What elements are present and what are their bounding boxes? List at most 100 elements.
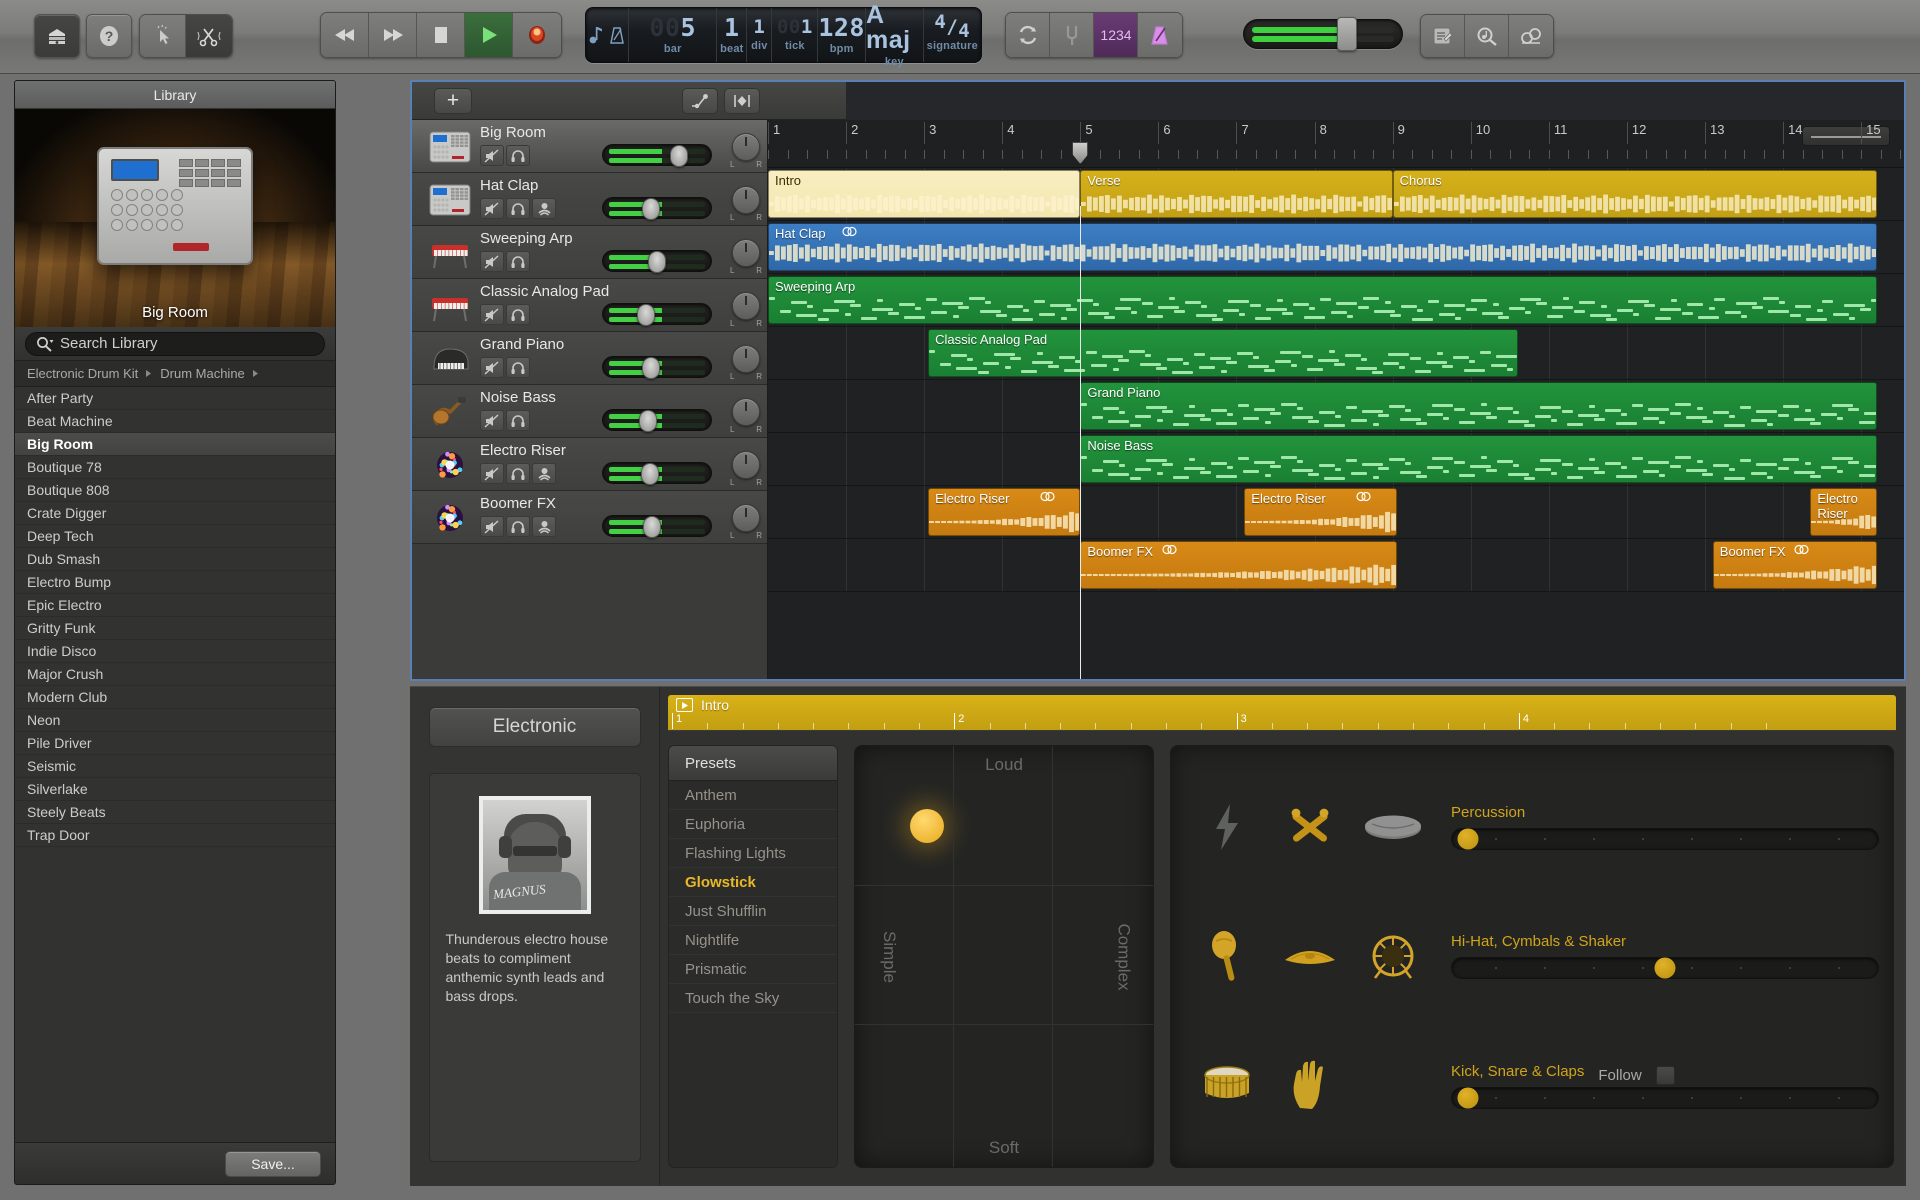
fast-forward-button[interactable] [369, 13, 417, 57]
region[interactable]: Classic Analog Pad [928, 329, 1518, 377]
track-mute-button[interactable] [480, 251, 504, 272]
track-header[interactable]: Sweeping Arp LR [412, 226, 767, 279]
track-header[interactable]: Hat Clap L R [412, 173, 767, 226]
library-item[interactable]: Beat Machine [15, 410, 335, 433]
rewind-button[interactable] [321, 13, 369, 57]
media-browser-button[interactable] [1509, 15, 1553, 57]
library-item[interactable]: Trap Door [15, 824, 335, 847]
count-in-button[interactable]: 1234 [1094, 13, 1138, 57]
track-record-enable-button[interactable] [532, 516, 556, 537]
library-item[interactable]: Boutique 808 [15, 479, 335, 502]
track-solo-button[interactable] [506, 410, 530, 431]
track-volume-knob[interactable] [670, 145, 688, 167]
track-lane[interactable]: Noise Bass [768, 433, 1904, 486]
kit-piece-tom[interactable] [1352, 762, 1435, 892]
apple-loops-button[interactable] [1465, 15, 1509, 57]
library-item[interactable]: Epic Electro [15, 594, 335, 617]
library-item[interactable]: Crate Digger [15, 502, 335, 525]
preset-item[interactable]: Touch the Sky [669, 984, 837, 1013]
track-volume-slider[interactable] [602, 515, 712, 538]
region[interactable]: Boomer FX [1712, 541, 1877, 589]
track-volume-knob[interactable] [642, 357, 660, 379]
library-item[interactable]: Silverlake [15, 778, 335, 801]
track-volume-knob[interactable] [643, 516, 661, 538]
help-button[interactable]: ? [86, 14, 132, 58]
track-lane[interactable]: Intro Verse Chorus [768, 168, 1904, 221]
lcd-mode-icons[interactable] [586, 8, 629, 62]
library-item[interactable]: Gritty Funk [15, 617, 335, 640]
track-pan-knob[interactable]: LR [730, 292, 762, 328]
kit-slider-knob[interactable] [1457, 828, 1479, 850]
region[interactable]: Grand Piano [1080, 382, 1877, 430]
search-input[interactable]: Search Library [25, 331, 325, 356]
track-pan-knob[interactable]: LR [730, 451, 762, 487]
timeline-ruler[interactable]: 1 2 3 4 5 6 7 8 9 10 11 12 13 14 15 [768, 120, 1904, 168]
library-item[interactable]: Dub Smash [15, 548, 335, 571]
library-list[interactable]: After Party Beat Machine Big Room Boutique … [15, 387, 335, 1142]
track-solo-button[interactable] [506, 304, 530, 325]
track-volume-knob[interactable] [639, 410, 657, 432]
track-mute-button[interactable] [480, 516, 504, 537]
region[interactable]: Sweeping Arp [768, 276, 1877, 324]
track-header[interactable]: Classic Analog Pad LR [412, 279, 767, 332]
track-header[interactable]: Electro Riser L R [412, 438, 767, 491]
breadcrumb-item-1[interactable]: Drum Machine [160, 366, 245, 381]
kit-slider-track[interactable] [1451, 1087, 1879, 1110]
preset-item[interactable]: Flashing Lights [669, 839, 837, 868]
automation-button[interactable] [682, 88, 718, 114]
kit-piece-maracas[interactable] [1185, 892, 1268, 1022]
xy-puck[interactable] [909, 808, 944, 843]
library-toggle-button[interactable] [34, 14, 80, 58]
track-lane[interactable]: Classic Analog Pad [768, 327, 1904, 380]
kit-slider-row[interactable] [1451, 827, 1879, 850]
track-pan-knob[interactable]: LR [730, 398, 762, 434]
track-pan-knob[interactable]: LR [730, 345, 762, 381]
lcd-signature[interactable]: 4/4 signature [924, 8, 981, 62]
track-mute-button[interactable] [480, 463, 504, 484]
kit-piece-sticks[interactable] [1268, 762, 1351, 892]
preset-item[interactable]: Glowstick [669, 868, 837, 897]
kit-slider-row[interactable] [1451, 957, 1879, 980]
lcd-tick[interactable]: 001 tick [772, 8, 819, 62]
record-button[interactable] [513, 13, 561, 57]
library-item[interactable]: Deep Tech [15, 525, 335, 548]
library-item[interactable]: Steely Beats [15, 801, 335, 824]
track-header[interactable]: Noise Bass LR [412, 385, 767, 438]
library-item[interactable]: Boutique 78 [15, 456, 335, 479]
kit-piece-lightning[interactable] [1185, 762, 1268, 892]
kit-piece-snare-drum[interactable] [1185, 1021, 1268, 1151]
play-button[interactable] [465, 13, 513, 57]
lcd-beat[interactable]: 1 beat [717, 8, 748, 62]
kit-slider-knob[interactable] [1457, 1087, 1479, 1109]
track-volume-slider[interactable] [602, 303, 712, 326]
track-pan-knob[interactable]: LR [730, 186, 762, 222]
track-solo-button[interactable] [506, 357, 530, 378]
cycle-button[interactable] [1006, 13, 1050, 57]
editor-region-ruler[interactable]: Intro 1 2 3 4 [668, 695, 1896, 731]
track-volume-slider[interactable] [602, 356, 712, 379]
track-volume-slider[interactable] [602, 250, 712, 273]
genre-button[interactable]: Electronic [428, 707, 641, 747]
library-item[interactable]: Pile Driver [15, 732, 335, 755]
lcd-display[interactable]: 005 bar 1 beat 1 div 001 tick 128 bpm A … [585, 2, 982, 68]
library-item[interactable]: Modern Club [15, 686, 335, 709]
library-item[interactable]: Indie Disco [15, 640, 335, 663]
presets-list[interactable]: Presets Anthem Euphoria Flashing Lights Glo… [668, 745, 838, 1168]
stop-button[interactable] [417, 13, 465, 57]
track-lane[interactable]: Sweeping Arp [768, 274, 1904, 327]
region[interactable]: Hat Clap [768, 223, 1877, 271]
library-item[interactable]: Seismic [15, 755, 335, 778]
preset-item[interactable]: Nightlife [669, 926, 837, 955]
library-item[interactable]: Neon [15, 709, 335, 732]
metronome-button[interactable] [1138, 13, 1182, 57]
region[interactable]: Electro Riser [1810, 488, 1877, 536]
track-lane[interactable]: Boomer FX Boomer FX [768, 539, 1904, 592]
track-mute-button[interactable] [480, 198, 504, 219]
playhead-handle[interactable] [1072, 142, 1089, 164]
lcd-bar[interactable]: 005 bar [629, 8, 718, 62]
track-volume-knob[interactable] [637, 304, 655, 326]
track-solo-button[interactable] [506, 251, 530, 272]
track-solo-button[interactable] [506, 198, 530, 219]
region[interactable]: Electro Riser [1244, 488, 1397, 536]
track-volume-knob[interactable] [648, 251, 666, 273]
